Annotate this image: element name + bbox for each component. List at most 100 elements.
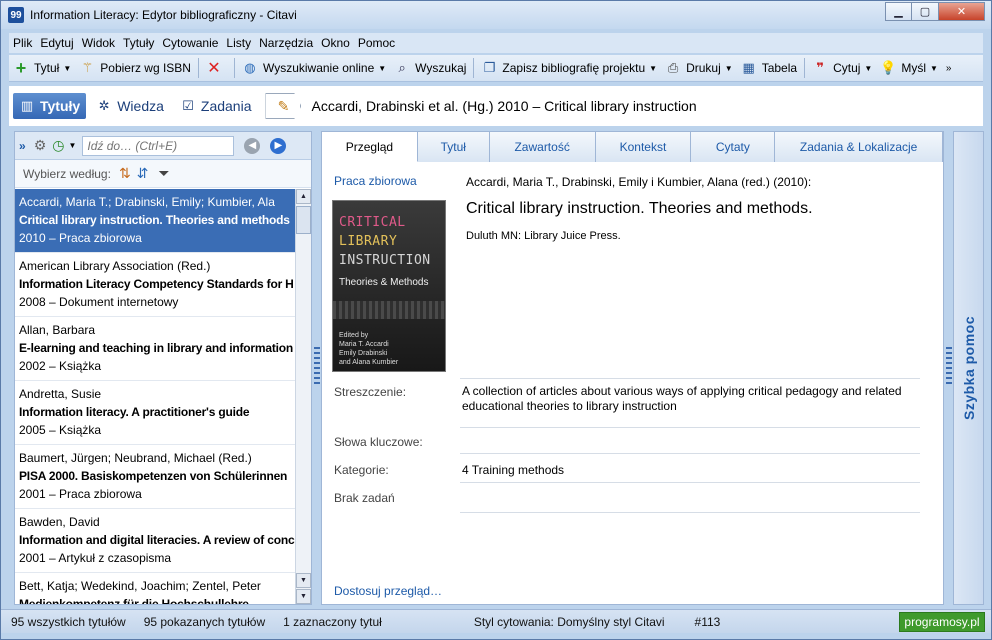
list-item-author: Andretta, Susie: [19, 387, 102, 401]
thought-button[interactable]: 💡 Myśl ▼: [876, 57, 942, 79]
tab-content[interactable]: Zawartość: [489, 132, 596, 162]
list-item-title: PISA 2000. Basiskompetenzen von Schüleri…: [19, 469, 288, 483]
quick-help-panel[interactable]: Szybka pomoc: [953, 131, 984, 605]
sort-field-icon[interactable]: ⇅: [119, 165, 131, 182]
list-item[interactable]: American Library Association (Red.) Info…: [15, 253, 295, 317]
list-item-title: Critical library instruction. Theories a…: [19, 213, 290, 227]
list-item[interactable]: Accardi, Maria T.; Drabinski, Emily; Kum…: [15, 189, 295, 253]
cover-title-line: LIBRARY: [339, 234, 398, 249]
status-number: #113: [694, 614, 721, 629]
menu-plik[interactable]: Plik: [9, 36, 36, 50]
customize-overview-link[interactable]: Dostosuj przegląd…: [334, 584, 442, 598]
save-bibliography-label: Zapisz bibliografię projektu: [502, 61, 646, 75]
edit-reference-button[interactable]: ✎: [265, 93, 302, 119]
cite-button[interactable]: ❞ Cytuj ▼: [808, 57, 876, 79]
cover-decoration: [333, 301, 445, 319]
isbn-label: Pobierz wg ISBN: [100, 61, 191, 75]
list-item-meta: 2001 – Artykuł z czasopisma: [19, 551, 172, 565]
chevron-down-icon[interactable]: ▼: [68, 141, 76, 150]
watermark-badge: programosy.pl: [899, 612, 985, 632]
list-item[interactable]: Allan, Barbara E-learning and teaching i…: [15, 317, 295, 381]
menu-narzedzia[interactable]: Narzędzia: [255, 36, 317, 50]
menu-cytowanie[interactable]: Cytowanie: [158, 36, 222, 50]
cover-editors: Edited by Maria T. Accardi Emily Drabins…: [339, 331, 398, 367]
window-title: Information Literacy: Edytor bibliografi…: [30, 8, 297, 22]
citavi-app-icon[interactable]: 99: [8, 7, 24, 23]
list-item-author: American Library Association (Red.): [19, 259, 211, 273]
filter-icon[interactable]: ⏷: [158, 165, 169, 182]
cover-editor-line: Emily Drabinski: [339, 350, 388, 357]
nav-tab-tasks-label: Zadania: [200, 98, 252, 114]
list-item[interactable]: Bawden, David Information and digital li…: [15, 509, 295, 573]
minimize-button[interactable]: ▁: [885, 2, 912, 21]
scroll-end-arrow-icon[interactable]: ▼: [296, 589, 311, 604]
menu-pomoc[interactable]: Pomoc: [354, 36, 399, 50]
table-button[interactable]: ▦ Tabela: [737, 57, 801, 79]
book-cover-image[interactable]: CRITICAL LIBRARY INSTRUCTION Theories & …: [332, 200, 446, 372]
sort-order-icon[interactable]: ⇵: [137, 165, 149, 182]
list-item-title: Information and digital literacies. A re…: [19, 533, 295, 547]
goto-search-input[interactable]: [82, 135, 235, 156]
categories-value[interactable]: 4 Training methods: [462, 463, 920, 477]
history-icon[interactable]: ◷: [52, 137, 64, 154]
right-splitter-grip[interactable]: [946, 347, 952, 385]
field-divider: [460, 427, 920, 428]
plus-icon: +: [15, 57, 27, 78]
nav-tab-titles[interactable]: ▥ Tytuły: [13, 93, 87, 119]
left-splitter-grip[interactable]: [314, 347, 320, 385]
categories-label: Kategorie:: [334, 463, 389, 477]
list-toolbar: » ⚙ ◷ ▼ ◀ ▶: [15, 132, 311, 160]
cite-label: Cytuj: [833, 61, 861, 75]
isbn-button[interactable]: ⚚ Pobierz wg ISBN: [75, 57, 195, 79]
chevron-down-icon: ▼: [63, 63, 72, 73]
close-button[interactable]: ✕: [939, 2, 985, 21]
cover-editor-line: Edited by: [339, 332, 369, 339]
forward-arrow-icon[interactable]: ▶: [270, 137, 287, 154]
list-item-author: Baumert, Jürgen; Neubrand, Michael (Red.…: [19, 451, 252, 465]
quick-help-label: Szybka pomoc: [960, 315, 977, 421]
scroll-thumb[interactable]: [296, 206, 311, 234]
print-button[interactable]: ⎙ Drukuj ▼: [661, 57, 737, 79]
maximize-button[interactable]: ▢: [912, 2, 939, 21]
list-item[interactable]: Andretta, Susie Information literacy. A …: [15, 381, 295, 445]
list-item[interactable]: Baumert, Jürgen; Neubrand, Michael (Red.…: [15, 445, 295, 509]
menu-tytuly[interactable]: Tytuły: [119, 36, 158, 50]
expand-icon[interactable]: »: [19, 139, 26, 153]
abstract-value[interactable]: A collection of articles about various w…: [462, 384, 920, 414]
list-item-title: Medienkompetenz für die Hochschullehre: [19, 597, 249, 604]
abstract-label: Streszczenie:: [334, 385, 407, 399]
save-bibliography-button[interactable]: ❐ Zapisz bibliografię projektu ▼: [477, 57, 661, 79]
nav-tab-knowledge[interactable]: ✲ Wiedza: [90, 93, 170, 119]
sort-row: Wybierz według: ⇅ ⇵ ⏷: [15, 160, 311, 188]
scroll-down-arrow-icon[interactable]: ▼: [296, 573, 311, 588]
tab-context[interactable]: Kontekst: [595, 132, 692, 162]
settings-icon[interactable]: ⚙: [34, 137, 47, 154]
scroll-up-arrow-icon[interactable]: ▲: [296, 189, 311, 204]
tab-tasks-locations[interactable]: Zadania & Lokalizacje: [775, 132, 943, 162]
status-citation-style[interactable]: Styl cytowania: Domyślny styl Citavi: [474, 615, 665, 629]
overflow-icon: »: [945, 62, 952, 74]
search-button[interactable]: ⌕ Wyszukaj: [390, 57, 470, 79]
reference-type-link[interactable]: Praca zbiorowa: [334, 174, 417, 188]
citation-publisher: Duluth MN: Library Juice Press.: [466, 230, 621, 242]
print-label: Drukuj: [686, 61, 721, 75]
online-search-button[interactable]: ◍ Wyszukiwanie online ▼: [238, 57, 390, 79]
tab-title[interactable]: Tytuł: [417, 132, 490, 162]
menu-widok[interactable]: Widok: [78, 36, 119, 50]
menu-listy[interactable]: Listy: [222, 36, 255, 50]
sort-label: Wybierz według:: [23, 166, 111, 181]
cover-title-line: INSTRUCTION: [339, 253, 431, 268]
printer-icon: ⎙: [667, 60, 679, 75]
add-title-button[interactable]: + Tytuł ▼: [9, 57, 75, 79]
menu-okno[interactable]: Okno: [317, 36, 354, 50]
tab-quotations[interactable]: Cytaty: [691, 132, 776, 162]
cover-title: CRITICAL LIBRARY INSTRUCTION: [339, 213, 445, 270]
menu-edytuj[interactable]: Edytuj: [36, 36, 77, 50]
nav-tab-tasks[interactable]: ☑ Zadania: [174, 93, 258, 119]
delete-button[interactable]: ✕: [202, 57, 231, 79]
list-item[interactable]: Bett, Katja; Wedekind, Joachim; Zentel, …: [15, 573, 295, 604]
list-scrollbar[interactable]: ▲ ▼ ▼: [295, 189, 311, 604]
tab-overview[interactable]: Przegląd: [322, 132, 418, 162]
back-arrow-icon[interactable]: ◀: [244, 137, 261, 154]
toolbar-overflow-button[interactable]: »: [942, 57, 956, 79]
